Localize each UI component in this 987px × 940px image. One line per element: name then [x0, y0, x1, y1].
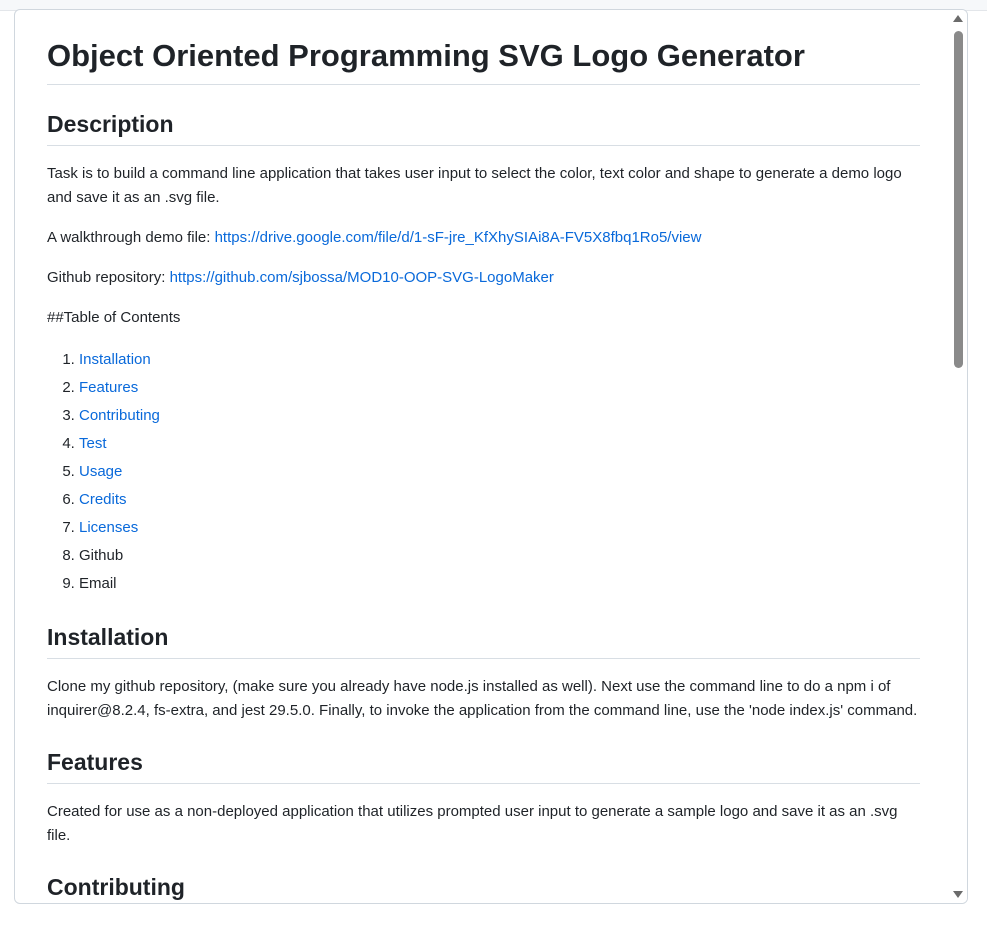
- description-heading: Description: [47, 109, 920, 146]
- toc-link-contributing[interactable]: Contributing: [79, 407, 160, 424]
- toc-item: Licenses: [79, 514, 920, 542]
- toc-item: Email: [79, 570, 920, 598]
- readme-panel: Object Oriented Programming SVG Logo Gen…: [14, 9, 968, 904]
- installation-heading: Installation: [47, 622, 920, 659]
- toc-text-email: Email: [79, 575, 117, 592]
- readme-title: Object Oriented Programming SVG Logo Gen…: [47, 36, 920, 85]
- scroll-down-arrow-icon[interactable]: [953, 891, 963, 898]
- features-heading: Features: [47, 747, 920, 784]
- repo-link[interactable]: https://github.com/sjbossa/MOD10-OOP-SVG…: [170, 269, 554, 286]
- toc-link-licenses[interactable]: Licenses: [79, 519, 138, 536]
- scroll-up-arrow-icon[interactable]: [953, 15, 963, 22]
- walkthrough-link[interactable]: https://drive.google.com/file/d/1-sF-jre…: [215, 229, 702, 246]
- installation-text: Clone my github repository, (make sure y…: [47, 678, 918, 719]
- toc-item: Credits: [79, 486, 920, 514]
- contributing-heading: Contributing: [47, 872, 920, 903]
- toc-item: Installation: [79, 346, 920, 374]
- scrollbar-thumb[interactable]: [954, 31, 963, 368]
- toc-item: Test: [79, 430, 920, 458]
- toc-item: Usage: [79, 458, 920, 486]
- toc-text-github: Github: [79, 547, 124, 564]
- readme-content: Object Oriented Programming SVG Logo Gen…: [47, 10, 920, 903]
- vertical-scrollbar[interactable]: [950, 10, 967, 903]
- repo-label: Github repository:: [47, 269, 170, 286]
- toc-link-test[interactable]: Test: [79, 435, 107, 452]
- toc-link-features[interactable]: Features: [79, 379, 138, 396]
- toc-link-usage[interactable]: Usage: [79, 463, 122, 480]
- repo-paragraph: Github repository: https://github.com/sj…: [47, 266, 920, 290]
- toc-list: Installation Features Contributing Test …: [47, 346, 920, 598]
- toc-link-installation[interactable]: Installation: [79, 351, 151, 368]
- walkthrough-label: A walkthrough demo file:: [47, 229, 215, 246]
- description-text: Task is to build a command line applicat…: [47, 165, 902, 206]
- walkthrough-paragraph: A walkthrough demo file: https://drive.g…: [47, 226, 920, 250]
- toc-item: Github: [79, 542, 920, 570]
- toc-item: Features: [79, 374, 920, 402]
- toc-heading: ##Table of Contents: [47, 309, 181, 326]
- features-text: Created for use as a non-deployed applic…: [47, 803, 898, 844]
- toc-link-credits[interactable]: Credits: [79, 491, 127, 508]
- toc-item: Contributing: [79, 402, 920, 430]
